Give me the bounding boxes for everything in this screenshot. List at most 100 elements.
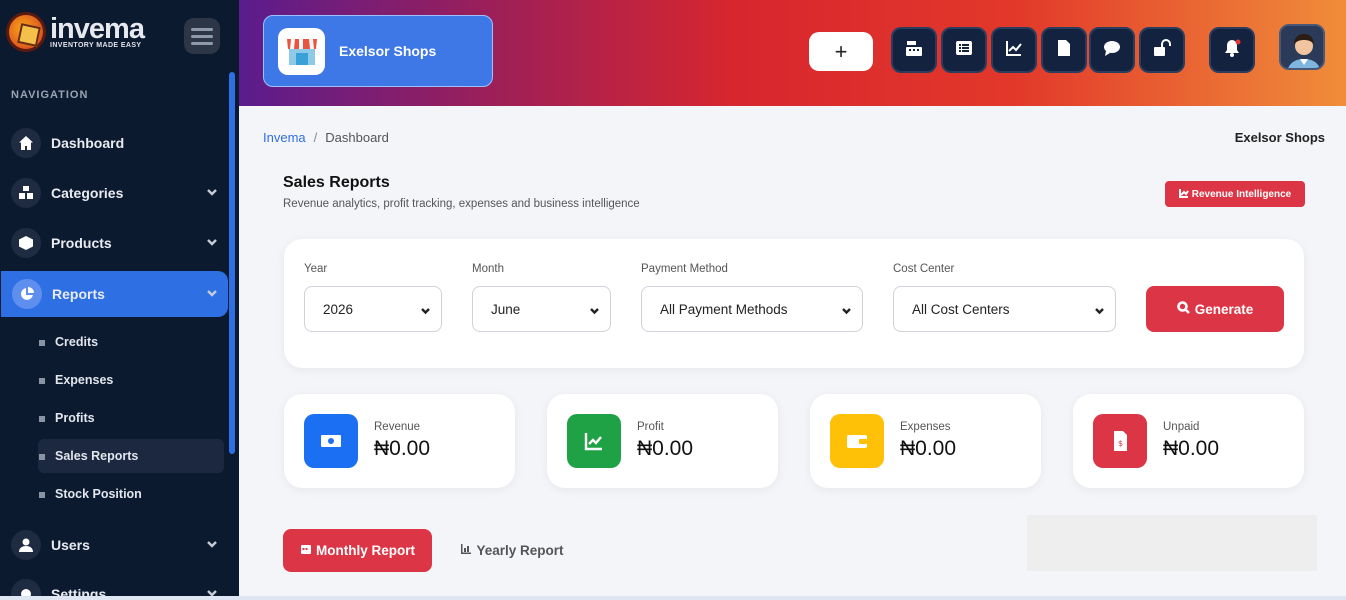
wallet-icon [830, 414, 884, 468]
stat-value: ₦0.00 [1163, 437, 1220, 460]
add-button[interactable]: + [809, 32, 873, 71]
stat-card-profit: Profit ₦0.00 [547, 394, 778, 488]
breadcrumb-shop-name: Exelsor Shops [1234, 130, 1325, 145]
revenue-intelligence-label: Revenue Intelligence [1191, 188, 1292, 200]
svg-text:$: $ [1118, 439, 1123, 448]
breadcrumb-current: Dashboard [325, 130, 389, 145]
invoice-dollar-icon: $ [1093, 414, 1147, 468]
breadcrumb: Invema / Dashboard [263, 130, 389, 145]
sidebar-item-label: Categories [51, 185, 124, 201]
revenue-intelligence-button[interactable]: Revenue Intelligence [1165, 181, 1305, 207]
unlock-icon [1153, 38, 1171, 62]
sidebar-subitem-sales-reports[interactable]: Sales Reports [38, 439, 224, 473]
document-button[interactable] [1041, 27, 1087, 73]
year-label: Year [304, 263, 328, 275]
list-button[interactable] [941, 27, 987, 73]
generate-button[interactable]: Generate [1146, 286, 1284, 332]
sidebar-scrollbar[interactable] [229, 72, 235, 454]
sidebar: invema INVENTORY MADE EASY NAVIGATION Da… [0, 0, 239, 600]
shop-name: Exelsor Shops [339, 43, 437, 59]
chevron-down-icon [206, 235, 218, 247]
chart-line-icon [1178, 188, 1192, 201]
notifications-button[interactable] [1209, 27, 1255, 73]
calendar-icon [300, 543, 316, 558]
stat-value: ₦0.00 [374, 437, 431, 460]
stat-label: Profit [637, 421, 664, 433]
chevron-down-icon [206, 286, 218, 298]
store-icon [278, 27, 325, 75]
stat-card-unpaid: $ Unpaid ₦0.00 [1073, 394, 1304, 488]
chevron-down-icon [206, 537, 218, 549]
payment-method-label: Payment Method [641, 263, 728, 275]
brand-tagline: INVENTORY MADE EASY [50, 41, 142, 49]
page-subtitle: Revenue analytics, profit tracking, expe… [283, 198, 640, 210]
money-bill-icon [304, 414, 358, 468]
sidebar-item-products[interactable]: Products [0, 220, 228, 266]
user-avatar[interactable] [1279, 24, 1325, 70]
cash-register-icon [905, 39, 923, 62]
sidebar-item-label: Reports [52, 286, 105, 302]
sidebar-item-label: Users [51, 537, 90, 553]
tab-yearly-report[interactable]: Yearly Report [445, 529, 579, 572]
sidebar-item-dashboard[interactable]: Dashboard [0, 120, 228, 166]
stat-card-revenue: Revenue ₦0.00 [284, 394, 515, 488]
home-icon [11, 128, 41, 158]
stat-label: Revenue [374, 421, 421, 433]
bell-icon [1223, 39, 1241, 62]
cost-center-label: Cost Center [893, 263, 955, 275]
search-icon [1176, 301, 1195, 317]
file-icon [1055, 39, 1073, 62]
year-select-value: 2026 [323, 301, 354, 317]
generate-label: Generate [1194, 301, 1254, 317]
hamburger-menu-icon[interactable] [184, 18, 220, 54]
chevron-down-icon [420, 304, 431, 315]
chevron-down-icon [1094, 304, 1105, 315]
brand-logo[interactable]: invema INVENTORY MADE EASY [6, 12, 145, 52]
sidebar-item-reports[interactable]: Reports [1, 271, 228, 317]
box-logo-icon [6, 12, 46, 52]
sidebar-subitem-expenses[interactable]: Expenses [38, 363, 224, 397]
sidebar-subitem-credits[interactable]: Credits [38, 325, 224, 359]
analytics-button[interactable] [991, 27, 1037, 73]
shop-switcher[interactable]: Exelsor Shops [263, 15, 493, 87]
trend-chart-icon [567, 414, 621, 468]
report-placeholder [1027, 515, 1317, 571]
sidebar-item-users[interactable]: Users [0, 522, 228, 568]
chevron-down-icon [589, 304, 600, 315]
breadcrumb-root-link[interactable]: Invema [263, 130, 306, 145]
stat-label: Unpaid [1163, 421, 1200, 433]
cash-register-button[interactable] [891, 27, 937, 73]
sidebar-subitem-stock-position[interactable]: Stock Position [38, 477, 224, 511]
month-select-value: June [491, 301, 521, 317]
tab-monthly-report[interactable]: Monthly Report [283, 529, 432, 572]
stat-value: ₦0.00 [637, 437, 694, 460]
brand-name: invema [50, 12, 145, 45]
sidebar-item-categories[interactable]: Categories [0, 170, 228, 216]
page-bottom-edge [0, 596, 1346, 600]
bar-chart-icon [460, 543, 476, 558]
chevron-down-icon [841, 304, 852, 315]
year-select[interactable]: 2026 [304, 286, 442, 332]
cubes-icon [11, 178, 41, 208]
payment-method-select-value: All Payment Methods [660, 301, 788, 317]
unlock-button[interactable] [1139, 27, 1185, 73]
list-icon [955, 39, 973, 62]
month-label: Month [472, 263, 504, 275]
sidebar-subitem-profits[interactable]: Profits [38, 401, 224, 435]
month-select[interactable]: June [472, 286, 611, 332]
chat-button[interactable] [1089, 27, 1135, 73]
line-chart-icon [1005, 39, 1023, 62]
pie-chart-icon [12, 279, 42, 309]
cost-center-select[interactable]: All Cost Centers [893, 286, 1116, 332]
breadcrumb-separator: / [313, 130, 318, 145]
chevron-down-icon [206, 185, 218, 197]
sidebar-item-label: Products [51, 235, 112, 251]
sidebar-item-label: Dashboard [51, 135, 125, 151]
payment-method-select[interactable]: All Payment Methods [641, 286, 863, 332]
stat-label: Expenses [900, 421, 951, 433]
stat-value: ₦0.00 [900, 437, 957, 460]
page-title: Sales Reports [283, 174, 390, 191]
tab-monthly-label: Monthly Report [316, 543, 415, 558]
comment-icon [1103, 39, 1121, 62]
cost-center-select-value: All Cost Centers [912, 301, 1010, 317]
